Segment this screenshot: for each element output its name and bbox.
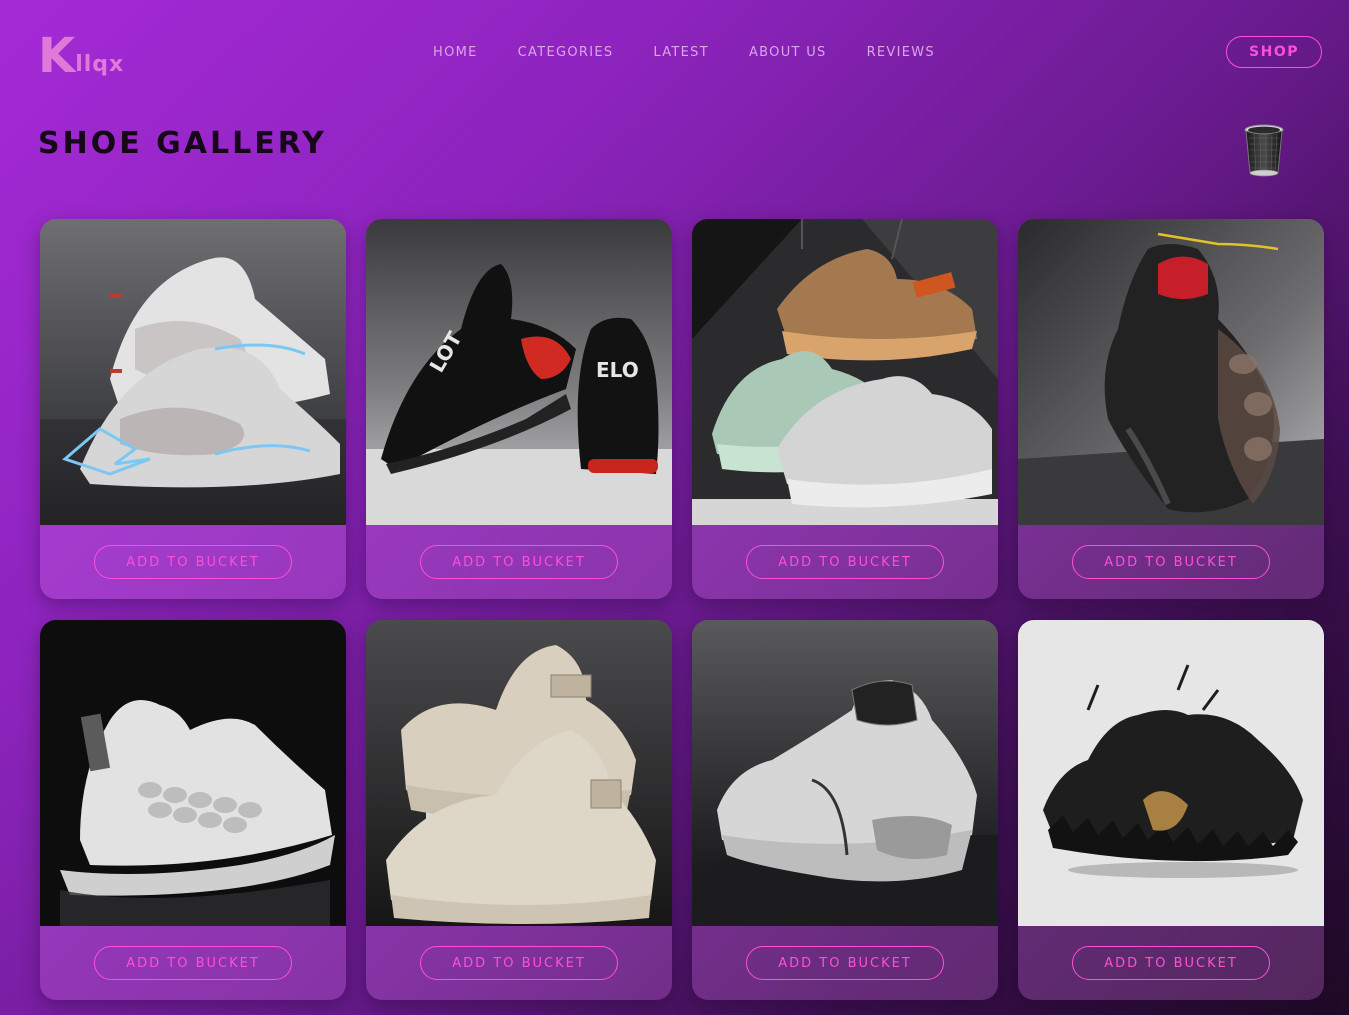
nav-item-latest[interactable]: Latest [653, 45, 709, 60]
page-title: Shoe Gallery [38, 126, 327, 161]
card-footer: Add to Bucket [40, 525, 346, 599]
card-footer: Add to Bucket [692, 926, 998, 1000]
black-red-sneaker-pair-image[interactable]: LOT ELO [366, 219, 672, 525]
brand-logo[interactable]: K llqx [38, 28, 125, 84]
card-footer: Add to Bucket [1018, 926, 1324, 1000]
product-card: Add to Bucket [40, 219, 346, 599]
black-spiky-sneaker-image[interactable] [1018, 620, 1324, 926]
brown-mint-grey-sneakers-image[interactable] [692, 219, 998, 525]
product-card: Add to Bucket [692, 620, 998, 1000]
card-footer: Add to Bucket [692, 525, 998, 599]
black-high-top-sneaker-image[interactable] [1018, 219, 1324, 525]
add-to-bucket-button[interactable]: Add to Bucket [746, 545, 944, 579]
card-footer: Add to Bucket [1018, 525, 1324, 599]
main-nav: Home Categories Latest About Us Reviews [433, 45, 935, 60]
nav-item-reviews[interactable]: Reviews [867, 45, 935, 60]
trash-bucket-icon[interactable] [1242, 122, 1286, 178]
product-card: Add to Bucket [692, 219, 998, 599]
add-to-bucket-button[interactable]: Add to Bucket [94, 545, 292, 579]
card-footer: Add to Bucket [40, 926, 346, 1000]
logo-letter: K [38, 28, 75, 84]
white-scale-sneaker-image[interactable] [40, 620, 346, 926]
add-to-bucket-button[interactable]: Add to Bucket [1072, 946, 1270, 980]
product-card: Add to Bucket [40, 620, 346, 1000]
add-to-bucket-button[interactable]: Add to Bucket [420, 946, 618, 980]
svg-text:ELO: ELO [596, 358, 639, 382]
add-to-bucket-button[interactable]: Add to Bucket [94, 946, 292, 980]
shop-button[interactable]: Shop [1226, 36, 1322, 68]
shoe-gallery-grid: Add to Bucket LOT ELO Add to Bucket [40, 219, 1324, 1000]
product-card: Add to Bucket [1018, 620, 1324, 1000]
card-footer: Add to Bucket [366, 525, 672, 599]
add-to-bucket-button[interactable]: Add to Bucket [1072, 545, 1270, 579]
product-card: Add to Bucket [1018, 219, 1324, 599]
white-grey-sneaker-pair-image[interactable] [40, 219, 346, 525]
product-card: Add to Bucket [366, 620, 672, 1000]
logo-wordmark: llqx [75, 52, 125, 77]
nav-item-about-us[interactable]: About Us [749, 45, 827, 60]
add-to-bucket-button[interactable]: Add to Bucket [746, 946, 944, 980]
beige-high-top-sneakers-image[interactable] [366, 620, 672, 926]
product-card: LOT ELO Add to Bucket [366, 219, 672, 599]
nav-item-home[interactable]: Home [433, 45, 478, 60]
card-footer: Add to Bucket [366, 926, 672, 1000]
nav-item-categories[interactable]: Categories [518, 45, 614, 60]
add-to-bucket-button[interactable]: Add to Bucket [420, 545, 618, 579]
top-navigation-bar: K llqx Home Categories Latest About Us R… [0, 0, 1349, 110]
grey-chunky-sneaker-image[interactable] [692, 620, 998, 926]
